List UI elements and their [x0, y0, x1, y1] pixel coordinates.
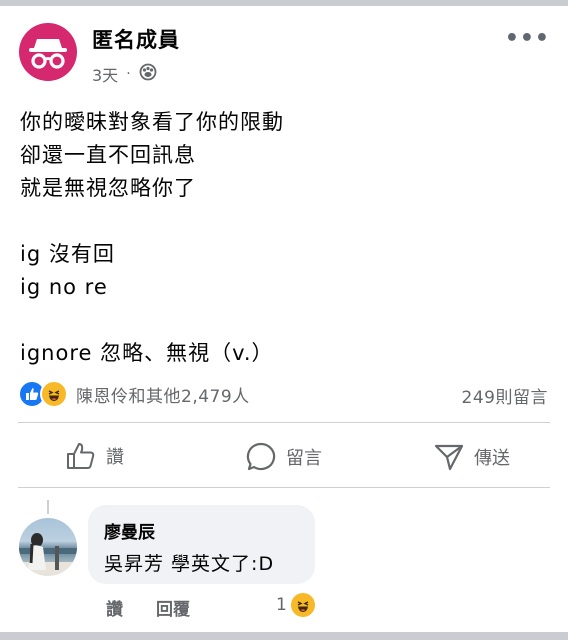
reaction-names: 陳恩伶和其他2,479人 [76, 386, 250, 407]
comment-bubble-icon [246, 442, 276, 471]
post-line [20, 205, 284, 238]
incognito-icon [29, 39, 67, 69]
send-button[interactable]: 傳送 [434, 442, 510, 472]
commenter-avatar[interactable] [19, 518, 77, 576]
comments-count[interactable]: 249則留言 [462, 383, 548, 408]
comment-button[interactable]: 留言 [246, 442, 322, 472]
anonymous-avatar[interactable] [19, 23, 77, 81]
thumbs-up-icon [67, 443, 95, 469]
like-button[interactable]: 讚 [66, 442, 124, 470]
post-body: 你的曖昧對象看了你的限動 卻還一直不回訊息 就是無視忽略你了 ig 沒有回 ig… [20, 106, 284, 370]
post-line: ig no re [20, 275, 108, 299]
comment-bubble: 廖曼辰 吳昇芳 學英文了:D [88, 505, 315, 584]
divider [18, 487, 550, 488]
post-line [20, 304, 284, 337]
haha-reaction-icon [40, 380, 68, 408]
post-line: 你的曖昧對象看了你的限動 [20, 110, 284, 134]
reaction-summary[interactable]: 陳恩伶和其他2,479人 [18, 380, 250, 408]
post-line: ignore 忽略、無視（v.） [20, 341, 274, 365]
comment-like-button[interactable]: 讚 [106, 595, 123, 620]
group-members-icon [139, 63, 157, 85]
post-time[interactable]: 3天 [92, 62, 118, 86]
comment-text: 吳昇芳 學英文了:D [104, 553, 275, 575]
send-icon [434, 444, 464, 471]
comment-reaction-count: 1 [276, 595, 287, 615]
commenter-name[interactable]: 廖曼辰 [104, 518, 155, 543]
meta-separator: · [126, 66, 131, 82]
thread-line [47, 500, 49, 514]
post-line: ig 沒有回 [20, 242, 115, 266]
person-photo [19, 533, 77, 576]
post-meta: 3天 · [92, 62, 157, 86]
comment-reply-button[interactable]: 回覆 [156, 595, 190, 620]
divider [18, 422, 550, 423]
comment-label: 留言 [286, 448, 322, 469]
post-author[interactable]: 匿名成員 [92, 24, 180, 54]
like-label: 讚 [106, 447, 124, 468]
more-options-icon[interactable]: ••• [505, 26, 550, 51]
post-line: 卻還一直不回訊息 [20, 143, 196, 167]
post-line: 就是無視忽略你了 [20, 176, 196, 200]
comment-reaction[interactable]: 1 [276, 593, 315, 617]
post-card: 匿名成員 3天 · ••• 你的曖昧對象看了你的限動 卻還一直不回訊息 就是無視… [0, 6, 568, 632]
send-label: 傳送 [474, 448, 510, 469]
haha-reaction-icon [290, 593, 315, 617]
